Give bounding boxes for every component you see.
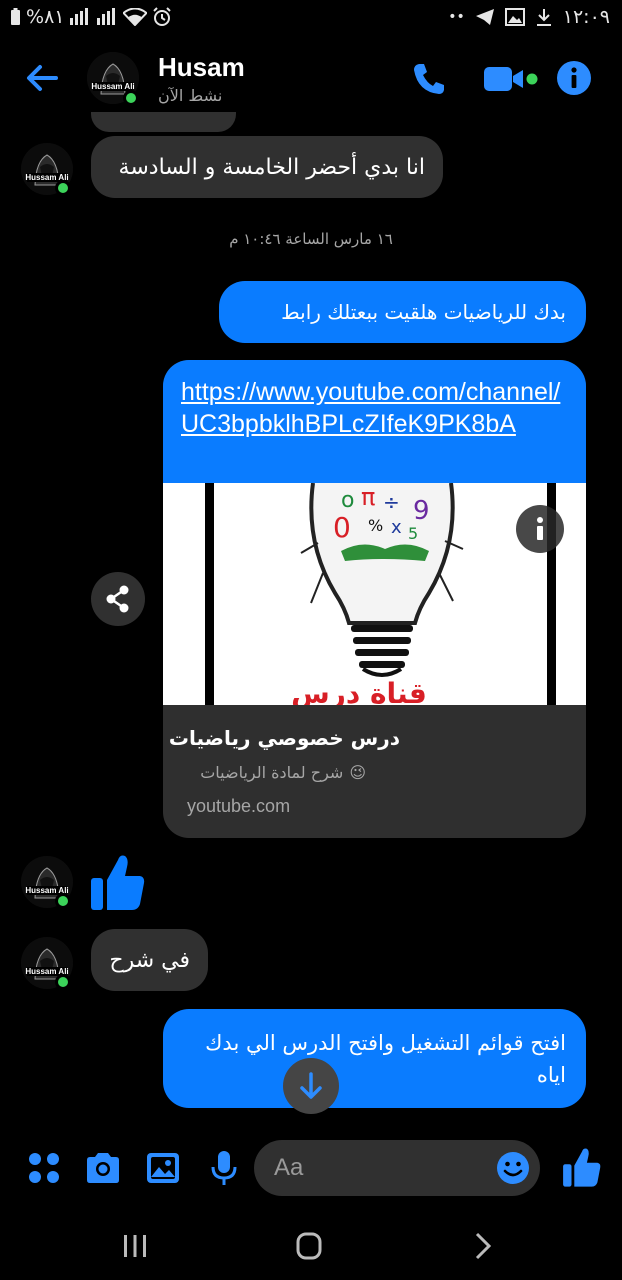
voice-call-button[interactable] [410, 60, 448, 98]
camera-button[interactable] [83, 1148, 123, 1188]
thumbs-up-icon [91, 855, 145, 910]
four-dots-icon [29, 1153, 59, 1183]
like-button[interactable] [562, 1146, 602, 1187]
svg-text:π: π [361, 483, 375, 511]
status-bar: %٨١ •• ١٢:٠٩ [0, 0, 622, 36]
contact-name[interactable]: Husam [158, 52, 245, 83]
message-input-placeholder: Aa [274, 1154, 304, 1181]
status-left: %٨١ [10, 6, 172, 28]
info-icon [557, 61, 591, 95]
svg-text:9: 9 [413, 496, 430, 526]
recent-apps-icon [124, 1235, 146, 1257]
more-actions-button[interactable] [24, 1148, 64, 1188]
home-button[interactable] [289, 1230, 329, 1262]
link-description: 😉 شرح لمادة الرياضيات [200, 763, 366, 782]
link-description-text: شرح لمادة الرياضيات [200, 763, 344, 782]
back-nav-button[interactable] [463, 1230, 503, 1262]
microphone-icon [211, 1151, 237, 1185]
link-title: درس خصوصي رياضيات [168, 726, 400, 750]
status-time: ١٢:٠٩ [562, 6, 610, 28]
smiley-icon [497, 1152, 529, 1184]
recent-apps-button[interactable] [115, 1230, 155, 1262]
online-indicator [55, 180, 71, 196]
message-text: انا بدي أحضر الخامسة و السادسة [118, 154, 425, 180]
thumbs-up-icon [563, 1148, 601, 1187]
signal-icon [69, 8, 91, 26]
share-icon [106, 585, 129, 613]
svg-text:÷: ÷ [383, 490, 400, 514]
conversation-header: Hussam Ali Husam نشط الآن [0, 40, 622, 120]
system-navigation-bar [0, 1212, 622, 1280]
chevron-right-icon [475, 1232, 492, 1260]
online-indicator [55, 893, 71, 909]
battery-percent: %٨١ [26, 6, 65, 28]
incoming-message[interactable]: انا بدي أحضر الخامسة و السادسة [91, 136, 443, 198]
signal-icon-2 [96, 8, 118, 26]
incoming-message[interactable]: في شرح [91, 929, 208, 991]
video-call-button[interactable] [482, 64, 538, 94]
home-icon [296, 1232, 322, 1260]
svg-text:o: o [341, 488, 354, 513]
telegram-icon [475, 8, 495, 26]
link-url[interactable]: https://www.youtube.com/channel/UC3bpbkl… [163, 360, 586, 483]
wifi-icon [123, 8, 148, 26]
alarm-icon [152, 7, 172, 27]
image-icon [147, 1153, 179, 1183]
video-camera-icon [484, 67, 538, 91]
previous-message-bubble [91, 112, 236, 132]
more-dots: •• [448, 9, 465, 25]
svg-text:%: % [368, 516, 383, 535]
battery-icon [10, 8, 21, 26]
phone-icon [414, 64, 444, 94]
contact-status: نشط الآن [158, 86, 223, 105]
camera-icon [87, 1153, 119, 1183]
wink-emoji-icon: 😉 [349, 763, 366, 782]
online-indicator [55, 974, 71, 990]
thumbs-up-message[interactable] [90, 852, 146, 912]
image-caption: قناة درس [291, 677, 427, 705]
gallery-status-icon [504, 8, 525, 26]
back-arrow-icon [27, 65, 58, 91]
message-composer: Aa [0, 1126, 622, 1212]
message-text: بدك للرياضيات هلقيت ببعتلك رابط [281, 300, 566, 324]
outgoing-message[interactable]: افتح قوائم التشغيل وافتح الدرس الي بدك ا… [163, 1009, 586, 1108]
voice-message-button[interactable] [204, 1148, 244, 1188]
link-preview-card[interactable]: https://www.youtube.com/channel/UC3bpbkl… [163, 360, 586, 838]
message-text: في شرح [109, 947, 190, 973]
scroll-to-bottom-button[interactable] [283, 1058, 339, 1114]
link-domain: youtube.com [187, 796, 291, 816]
outgoing-message[interactable]: بدك للرياضيات هلقيت ببعتلك رابط [219, 281, 586, 343]
online-indicator [123, 90, 139, 106]
svg-text:x: x [391, 517, 402, 538]
svg-text:5: 5 [408, 524, 418, 543]
share-button[interactable] [91, 572, 145, 626]
message-text: افتح قوائم التشغيل وافتح الدرس الي بدك ا… [205, 1030, 566, 1087]
svg-text:0: 0 [333, 511, 351, 544]
info-icon [537, 517, 543, 540]
message-input[interactable]: Aa [254, 1140, 540, 1196]
message-timestamp: ١٦ مارس الساعة ١٠:٤٦ م [229, 230, 393, 248]
emoji-button[interactable] [496, 1151, 530, 1185]
arrow-down-icon [300, 1072, 322, 1099]
back-button[interactable] [22, 58, 62, 98]
gallery-button[interactable] [143, 1148, 183, 1188]
image-info-button[interactable] [516, 505, 564, 553]
status-right: •• ١٢:٠٩ [448, 6, 610, 28]
download-icon [535, 8, 553, 26]
conversation-info-button[interactable] [556, 60, 592, 96]
